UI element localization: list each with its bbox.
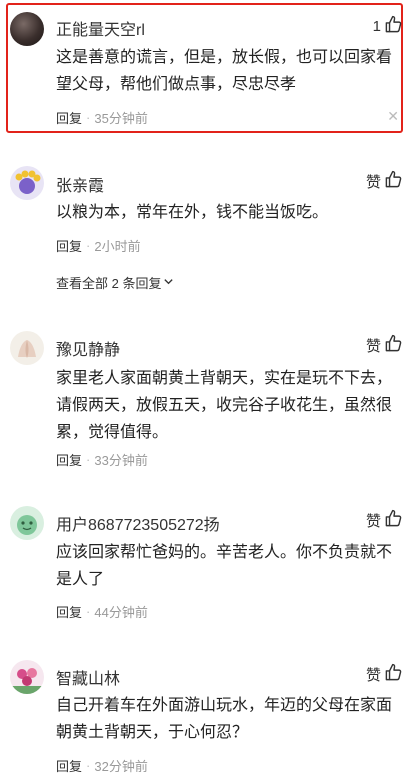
comment-text-line: 自己开着车在外面游山玩水，年迈的父母在家面 <box>56 697 393 714</box>
view-all-replies-link[interactable]: 查看全部 2 条回复 <box>56 273 174 292</box>
like-button[interactable]: 赞 <box>366 334 403 357</box>
like-label: 赞 <box>365 338 381 355</box>
comment-text-line: 请假两天，放假五天，收完谷子收花生，虽然很 <box>56 397 393 414</box>
avatar[interactable] <box>10 660 44 694</box>
comment-text: 以粮为本，常年在外，钱不能当饭吃。 <box>56 199 396 226</box>
timestamp: 33分钟前 <box>94 453 148 468</box>
reply-button[interactable]: 回复 <box>56 450 82 469</box>
comment-text: 这是善意的谎言，但是，放长假，也可以回家看 望父母，帮他们做点事，尽忠尽孝 <box>56 44 396 98</box>
thumbs-up-icon <box>384 334 403 357</box>
comment-text-line: 累，觉得值得。 <box>56 424 169 441</box>
thumbs-up-icon <box>384 663 403 686</box>
separator-dot: · <box>86 758 91 773</box>
like-count: 1 <box>372 18 381 35</box>
comment-text-line: 以粮为本，常年在外，钱不能当饭吃。 <box>56 204 329 221</box>
avatar[interactable] <box>10 12 44 46</box>
like-label: 赞 <box>365 667 381 684</box>
username[interactable]: 正能量天空rl <box>56 16 145 40</box>
comment-text: 家里老人家面朝黄土背朝天，实在是玩不下去， 请假两天，放假五天，收完谷子收花生，… <box>56 365 396 446</box>
thumbs-up-icon <box>384 509 403 532</box>
timestamp: 2小时前 <box>94 239 141 254</box>
timestamp: 44分钟前 <box>94 605 148 620</box>
comment-text-line: 这是善意的谎言，但是，放长假，也可以回家看 <box>56 49 393 66</box>
comment-meta: 回复 · 2小时前 <box>56 236 141 255</box>
like-label: 赞 <box>365 174 381 191</box>
comment-meta: 回复 · 32分钟前 <box>56 756 148 775</box>
comment-text-line: 望父母，帮他们做点事，尽忠尽孝 <box>56 76 297 93</box>
comment-text-line: 朝黄土背朝天，于心何忍？ <box>56 724 249 741</box>
comment-text-line: 是人了 <box>56 571 105 588</box>
thumbs-up-icon <box>384 15 403 38</box>
avatar[interactable] <box>10 331 44 365</box>
comment-text-line: 应该回家帮忙爸妈的。辛苦老人。你不负责就不 <box>56 544 393 561</box>
timestamp: 32分钟前 <box>94 759 148 774</box>
like-button[interactable]: 赞 <box>366 170 403 193</box>
timestamp: 35分钟前 <box>94 111 148 126</box>
reply-button[interactable]: 回复 <box>56 108 82 127</box>
username[interactable]: 用户8687723505272扬 <box>56 511 220 535</box>
avatar[interactable] <box>10 166 44 200</box>
avatar[interactable] <box>10 506 44 540</box>
separator-dot: · <box>86 604 91 619</box>
comment-meta: 回复 · 44分钟前 <box>56 602 148 621</box>
comment-meta: 回复 · 35分钟前 <box>56 108 148 127</box>
username[interactable]: 张亲霞 <box>56 172 104 196</box>
comment-text: 自己开着车在外面游山玩水，年迈的父母在家面 朝黄土背朝天，于心何忍？ <box>56 692 396 746</box>
reply-button[interactable]: 回复 <box>56 602 82 621</box>
reply-button[interactable]: 回复 <box>56 756 82 775</box>
comment-meta: 回复 · 33分钟前 <box>56 450 148 469</box>
thumbs-up-icon <box>384 170 403 193</box>
close-icon[interactable]: ✕ <box>387 108 399 125</box>
comment-text-line: 家里老人家面朝黄土背朝天，实在是玩不下去， <box>56 370 393 387</box>
like-button[interactable]: 赞 <box>366 509 403 532</box>
reply-button[interactable]: 回复 <box>56 236 82 255</box>
comment-text: 应该回家帮忙爸妈的。辛苦老人。你不负责就不 是人了 <box>56 539 396 593</box>
chevron-down-icon <box>163 275 174 290</box>
username[interactable]: 豫见静静 <box>56 336 120 360</box>
username[interactable]: 智藏山林 <box>56 665 120 689</box>
like-button[interactable]: 赞 <box>366 663 403 686</box>
like-button[interactable]: 1 <box>373 15 403 38</box>
separator-dot: · <box>86 110 91 125</box>
like-label: 赞 <box>365 513 381 530</box>
view-all-label: 查看全部 2 条回复 <box>56 276 162 291</box>
separator-dot: · <box>86 238 91 253</box>
separator-dot: · <box>86 452 91 467</box>
